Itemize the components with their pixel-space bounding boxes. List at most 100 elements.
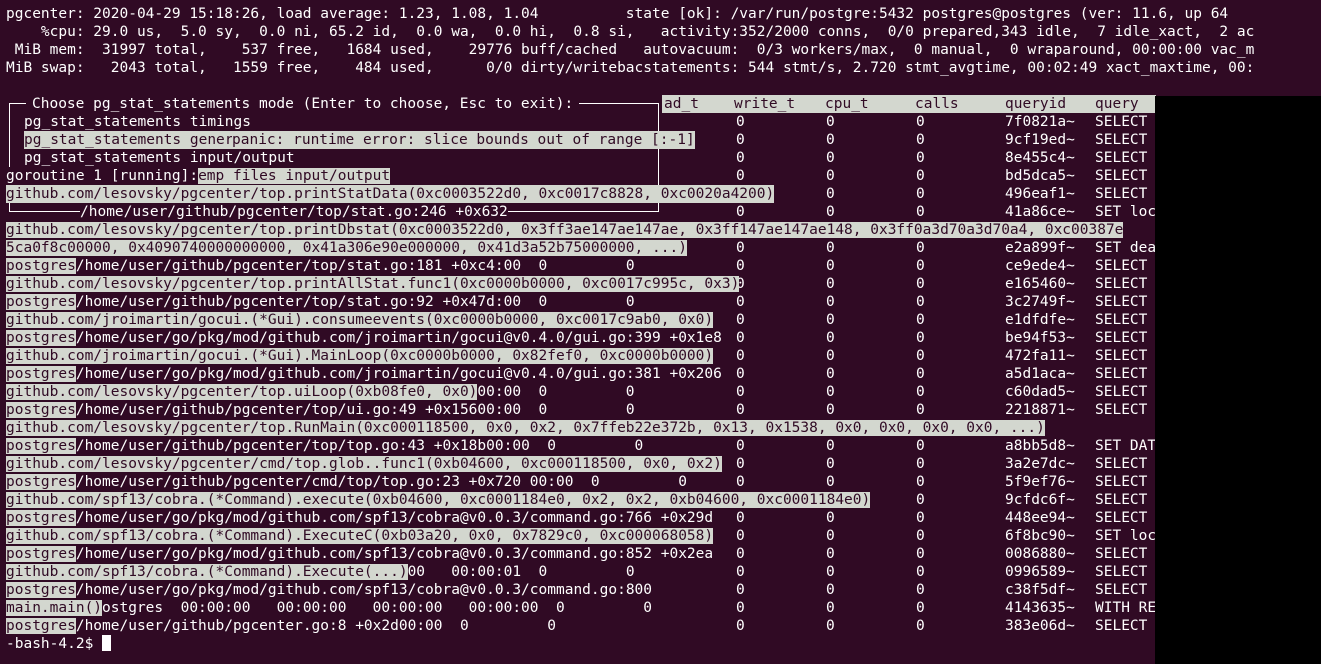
cell-calls: 0 xyxy=(916,456,925,472)
cell-cpu-t: 0 xyxy=(826,186,835,202)
cell-cpu-t: 0 xyxy=(826,456,835,472)
cell-query: SELECT xyxy=(1095,258,1148,274)
trace-func: github.com/spf13/cobra.(*Command).execut… xyxy=(6,492,871,508)
cell-query: SELECT xyxy=(1095,582,1148,598)
trace-tail: :00 0 0 xyxy=(494,294,635,310)
cell-query: SELECT xyxy=(1095,456,1148,472)
cursor xyxy=(102,635,112,651)
pgcenter-header: pgcenter: 2020-04-29 15:18:26, load aver… xyxy=(0,0,1321,78)
cell-cpu-t: 0 xyxy=(826,240,835,256)
goroutine-line: goroutine 1 [running]:emp files input/ou… xyxy=(6,167,391,185)
cell-cpu-t: 0 xyxy=(826,132,835,148)
cell-query: SELECT xyxy=(1095,510,1148,526)
cell-calls: 0 xyxy=(916,492,925,508)
trace-tail: 00:00 0 0 xyxy=(477,384,635,400)
cell-queryid: c38f5df~ xyxy=(1005,582,1075,598)
cell-queryid: 41a86ce~ xyxy=(1005,204,1075,220)
cell-query: SELECT xyxy=(1095,186,1148,202)
trace-tail: 00 00:00:01 0 0 xyxy=(407,564,635,580)
cell-queryid: 4143635~ xyxy=(1005,600,1075,616)
cell-write-t: 0 xyxy=(736,168,745,184)
cell-calls: 0 xyxy=(916,366,925,382)
cell-calls: 0 xyxy=(916,150,925,166)
trace-path: /home/user/github/pgcenter.go:8 +0x2d xyxy=(75,618,399,634)
trace-user: postgres xyxy=(6,402,76,418)
cell-queryid: bd5dca5~ xyxy=(1005,168,1075,184)
cell-cpu-t: 0 xyxy=(826,168,835,184)
column-calls[interactable]: calls xyxy=(915,95,959,113)
cell-queryid: 7f0821a~ xyxy=(1005,114,1075,130)
cell-query: SELECT xyxy=(1095,492,1148,508)
trace-user: postgres xyxy=(6,438,76,454)
cell-calls: 0 xyxy=(916,384,925,400)
cell-cpu-t: 0 xyxy=(826,600,835,616)
trace-line: postgres/home/user/github/pgcenter.go:8 … xyxy=(6,617,556,635)
prompt-text: -bash-4.2$ xyxy=(6,636,103,652)
trace-tail: 0 00:00 0 0 xyxy=(512,474,687,490)
trace-path: /home/user/github/pgcenter/top/stat.go:9… xyxy=(75,294,495,310)
trace-user: postgres xyxy=(6,546,76,562)
cell-query: SELECT xyxy=(1095,546,1148,562)
cell-queryid: a5d1aca~ xyxy=(1005,366,1075,382)
trace-func: main.main() xyxy=(6,600,103,616)
trace-line: postgres/home/user/github/pgcenter/top/t… xyxy=(6,437,643,455)
column-ad-t[interactable]: ad_t xyxy=(664,95,699,113)
cell-cpu-t: 0 xyxy=(826,312,835,328)
trace-line: github.com/jroimartin/gocui.(*Gui).consu… xyxy=(6,311,714,329)
cell-queryid: 2218871~ xyxy=(1005,402,1075,418)
column-query[interactable]: query xyxy=(1095,95,1139,113)
menu-item-io[interactable]: pg_stat_statements input/output xyxy=(24,149,295,167)
cell-query: SELECT xyxy=(1095,474,1148,490)
trace-tail: 00:00 0 0 xyxy=(477,402,635,418)
cell-cpu-t: 0 xyxy=(826,366,835,382)
trace-user: postgres xyxy=(6,366,76,382)
trace-user: postgres xyxy=(6,582,76,598)
trace-func: 5ca0f8c00000, 0x4090740000000000, 0x41a3… xyxy=(6,240,687,256)
cell-write-t: 0 xyxy=(736,474,745,490)
cell-cpu-t: 0 xyxy=(826,510,835,526)
trace-path: /home/user/github/pgcenter/top/top.go:43… xyxy=(75,438,487,454)
shell-prompt[interactable]: -bash-4.2$ xyxy=(6,635,112,653)
trace-line: github.com/lesovsky/pgcenter/top.printDb… xyxy=(6,221,1124,239)
column-write-t[interactable]: write_t xyxy=(734,95,795,113)
column-cpu-t[interactable]: cpu_t xyxy=(825,95,869,113)
cell-write-t: 0 xyxy=(736,258,745,274)
cell-queryid: 0086880~ xyxy=(1005,546,1075,562)
cell-queryid: 3c2749f~ xyxy=(1005,294,1075,310)
cell-calls: 0 xyxy=(916,600,925,616)
cell-cpu-t: 0 xyxy=(826,150,835,166)
cell-write-t: 0 xyxy=(736,312,745,328)
trace-tail: :00 0 0 xyxy=(494,258,635,274)
cell-calls: 0 xyxy=(916,582,925,598)
cell-cpu-t: 0 xyxy=(826,438,835,454)
cell-calls: 0 xyxy=(916,186,925,202)
trace-func: github.com/lesovsky/pgcenter/top.RunMain… xyxy=(6,420,1045,436)
cell-cpu-t: 0 xyxy=(826,384,835,400)
menu-item-timings[interactable]: pg_stat_statements timings xyxy=(24,113,251,131)
blank-region xyxy=(1155,96,1321,664)
stack-printstat: github.com/lesovsky/pgcenter/top.printSt… xyxy=(6,185,775,203)
column-queryid[interactable]: queryid xyxy=(1005,95,1066,113)
trace-func: github.com/jroimartin/gocui.(*Gui).MainL… xyxy=(6,348,714,364)
cell-query: SELECT xyxy=(1095,168,1148,184)
trace-line: github.com/lesovsky/pgcenter/cmd/top.glo… xyxy=(6,455,722,473)
cell-write-t: 0 xyxy=(736,402,745,418)
cell-cpu-t: 0 xyxy=(826,348,835,364)
menu-item-general[interactable]: pg_stat_statements general xyxy=(24,131,251,149)
header-line-1: pgcenter: 2020-04-29 15:18:26, load aver… xyxy=(6,5,1229,23)
cell-cpu-t: 0 xyxy=(826,330,835,346)
cell-cpu-t: 0 xyxy=(826,276,835,292)
cell-query: SELECT xyxy=(1095,150,1148,166)
menu-item-temp[interactable]: emp files input/output xyxy=(198,168,391,184)
stack-stat246: /home/user/github/pgcenter/top/stat.go:2… xyxy=(80,203,508,221)
cell-queryid: 496eaf1~ xyxy=(1005,186,1075,202)
cell-query: SET loc xyxy=(1095,204,1157,220)
cell-queryid: 472fa11~ xyxy=(1005,348,1075,364)
cell-calls: 0 xyxy=(916,276,925,292)
cell-query: SELECT xyxy=(1095,384,1148,400)
cell-write-t: 0 xyxy=(736,114,745,130)
cell-write-t: 0 xyxy=(736,348,745,364)
cell-write-t: 0 xyxy=(736,510,745,526)
trace-func: github.com/lesovsky/pgcenter/cmd/top.glo… xyxy=(6,456,722,472)
trace-path: /home/user/go/pkg/mod/github.com/jroimar… xyxy=(75,366,722,382)
